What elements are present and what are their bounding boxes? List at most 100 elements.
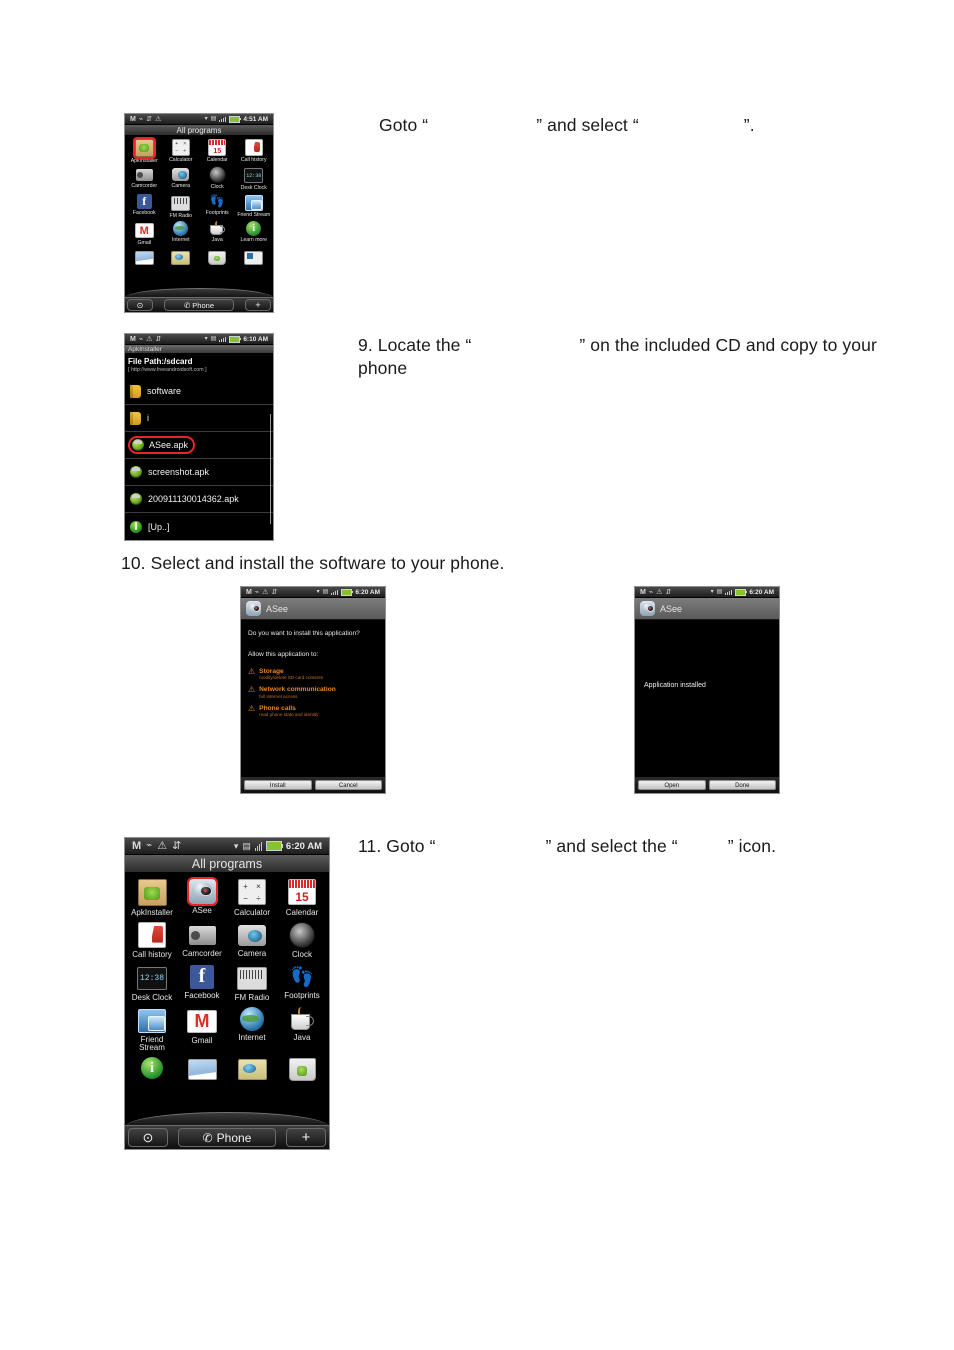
list-item[interactable]: i — [125, 405, 273, 432]
app-mail[interactable] — [126, 249, 163, 265]
open-button[interactable]: Open — [638, 780, 706, 790]
chevron-down-icon[interactable]: ⊙ — [128, 1128, 168, 1147]
phone-button[interactable]: ✆ Phone — [164, 299, 234, 311]
list-item-up[interactable]: [Up..] — [125, 513, 273, 540]
java-icon[interactable] — [289, 1007, 316, 1031]
battery-icon — [265, 841, 283, 851]
list-item[interactable]: 200911130014362.apk — [125, 486, 273, 513]
app-learn-more[interactable]: i — [127, 1057, 177, 1081]
facebook-icon[interactable]: f — [136, 193, 152, 209]
market-icon[interactable] — [288, 1058, 316, 1082]
calculator-icon[interactable]: + × − ÷ — [238, 879, 266, 905]
fm-radio-icon[interactable] — [237, 966, 267, 990]
app-footprints[interactable]: 👣 Footprints — [277, 965, 327, 1002]
app-calculator[interactable]: + × − ÷ Calculator — [227, 879, 277, 917]
camera-icon[interactable] — [238, 925, 266, 947]
app-gmail[interactable]: Gmail — [177, 1007, 227, 1052]
friend-stream-icon[interactable] — [244, 194, 263, 211]
done-button[interactable]: Done — [708, 780, 776, 790]
app-call-history[interactable]: Call history — [236, 139, 273, 164]
desk-clock-icon[interactable]: 12:38 — [137, 966, 167, 990]
plus-icon[interactable]: + — [286, 1128, 326, 1147]
market-icon[interactable] — [208, 250, 227, 265]
app-camcorder[interactable]: Camcorder — [126, 166, 163, 191]
news-icon[interactable] — [244, 250, 264, 265]
app-facebook[interactable]: f Facebook — [126, 193, 163, 219]
app-camcorder[interactable]: Camcorder — [177, 922, 227, 959]
java-icon[interactable] — [209, 221, 226, 236]
app-apkinstaller[interactable]: ApkInstaller — [126, 137, 163, 164]
chevron-down-icon[interactable]: ⊙ — [127, 299, 153, 311]
friend-stream-icon[interactable] — [138, 1009, 166, 1034]
app-fm-radio[interactable]: FM Radio — [163, 194, 200, 219]
apk-installer-icon[interactable] — [132, 137, 156, 159]
maps-icon[interactable] — [237, 1059, 267, 1081]
clock-icon[interactable] — [208, 166, 226, 184]
internet-icon[interactable] — [240, 1007, 264, 1032]
app-java[interactable]: Java — [199, 221, 236, 246]
calculator-icon[interactable]: + × − ÷ — [171, 139, 190, 156]
step9-middle: ” on the included CD and copy to your — [579, 335, 877, 355]
gmail-icon[interactable] — [187, 1010, 217, 1034]
gmail-icon[interactable] — [134, 223, 154, 239]
app-fm-radio[interactable]: FM Radio — [227, 965, 277, 1002]
camcorder-icon[interactable] — [135, 169, 153, 182]
fm-radio-icon[interactable] — [171, 195, 191, 211]
app-call-history[interactable]: Call history — [127, 922, 177, 959]
call-history-icon[interactable] — [244, 139, 263, 156]
app-calendar[interactable]: 15 Calendar — [199, 139, 236, 164]
desk-clock-icon[interactable]: 12:38 — [244, 168, 264, 184]
app-friend-stream[interactable]: Friend Stream — [127, 1007, 177, 1052]
internet-icon[interactable] — [173, 221, 189, 237]
app-clock[interactable]: Clock — [199, 166, 236, 191]
calendar-icon[interactable]: 15 — [288, 879, 316, 905]
footprints-icon[interactable]: 👣 — [290, 965, 314, 989]
learn-more-icon[interactable]: i — [141, 1057, 163, 1080]
app-friend-stream[interactable]: Friend Stream — [236, 194, 273, 219]
app-maps[interactable] — [163, 249, 200, 265]
app-gmail[interactable]: Gmail — [126, 221, 163, 246]
list-item[interactable]: screenshot.apk — [125, 459, 273, 486]
app-java[interactable]: Java — [277, 1007, 327, 1052]
app-apkinstaller[interactable]: ApkInstaller — [127, 879, 177, 917]
app-learn-more[interactable]: i Learn more — [236, 221, 273, 246]
camcorder-icon[interactable] — [188, 926, 216, 946]
footprints-icon[interactable]: 👣 — [210, 194, 225, 209]
app-news[interactable] — [236, 249, 273, 265]
app-mail[interactable] — [177, 1057, 227, 1081]
sync-icon: ⌁ — [254, 588, 260, 596]
list-item-asee-apk[interactable]: ASee.apk — [125, 432, 273, 459]
app-calendar[interactable]: 15 Calendar — [277, 879, 327, 917]
app-asee[interactable]: ASee — [177, 877, 227, 917]
mail-icon[interactable] — [134, 250, 154, 265]
calendar-icon[interactable]: 15 — [208, 139, 227, 156]
app-camera[interactable]: Camera — [163, 166, 200, 191]
app-calculator[interactable]: + × − ÷ Calculator — [163, 139, 200, 164]
cancel-button[interactable]: Cancel — [314, 780, 382, 790]
scrollbar[interactable] — [270, 414, 271, 524]
app-camera[interactable]: Camera — [227, 922, 277, 959]
facebook-icon[interactable]: f — [190, 964, 214, 989]
plus-icon[interactable]: + — [245, 299, 271, 311]
list-item[interactable]: software — [125, 378, 273, 405]
asee-icon[interactable] — [186, 877, 218, 906]
mail-icon[interactable] — [187, 1059, 217, 1081]
app-desk-clock[interactable]: 12:38 Desk Clock — [236, 166, 273, 191]
app-internet[interactable]: Internet — [163, 221, 200, 246]
app-facebook[interactable]: f Facebook — [177, 964, 227, 1002]
phone-button[interactable]: ✆ Phone — [178, 1128, 276, 1147]
app-market[interactable] — [277, 1057, 327, 1082]
app-footprints[interactable]: 👣 Footprints — [199, 194, 236, 219]
call-history-icon[interactable] — [138, 922, 166, 949]
clock-icon[interactable] — [289, 922, 315, 949]
app-desk-clock[interactable]: 12:38 Desk Clock — [127, 965, 177, 1002]
camera-icon[interactable] — [172, 168, 190, 182]
app-market[interactable] — [199, 249, 236, 265]
apk-installer-icon[interactable] — [137, 879, 167, 906]
app-internet[interactable]: Internet — [227, 1007, 277, 1052]
app-clock[interactable]: Clock — [277, 922, 327, 959]
learn-more-icon[interactable]: i — [246, 221, 262, 237]
install-button[interactable]: Install — [244, 780, 312, 790]
maps-icon[interactable] — [171, 250, 191, 265]
app-maps[interactable] — [227, 1057, 277, 1081]
